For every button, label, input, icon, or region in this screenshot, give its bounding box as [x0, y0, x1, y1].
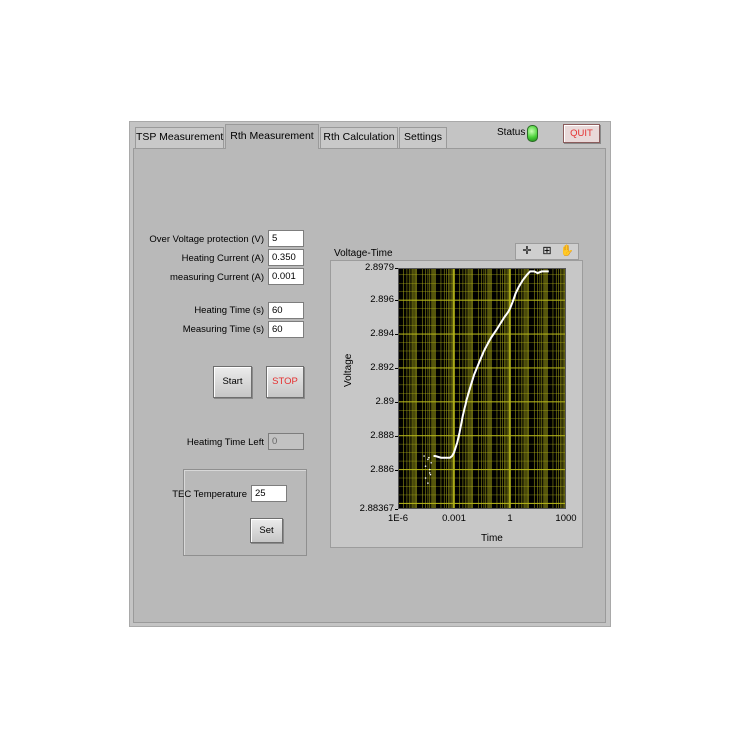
- plot-background: [398, 268, 566, 509]
- heating-time-left-label: Heatimg Time Left: [186, 437, 264, 448]
- over-voltage-input[interactable]: 5: [268, 230, 304, 247]
- x-axis-label: Time: [481, 533, 503, 544]
- heating-current-input[interactable]: 0.350: [268, 249, 304, 266]
- measuring-current-label: measuring Current (A): [170, 272, 264, 283]
- y-tick-label: 2.892: [370, 361, 394, 373]
- plot-area: [398, 268, 566, 509]
- data-point-noise: [424, 465, 427, 467]
- data-point-noise: [424, 477, 427, 479]
- measuring-time-input[interactable]: 60: [268, 321, 304, 338]
- data-point-noise: [428, 468, 431, 471]
- tab-rth-calculation[interactable]: Rth Calculation: [320, 127, 398, 148]
- tec-temperature-label: TEC Temperature: [172, 489, 247, 500]
- cursor-move-icon[interactable]: ✛: [520, 245, 534, 258]
- data-point-noise: [427, 482, 429, 484]
- set-button[interactable]: Set: [250, 518, 283, 543]
- measuring-time-label: Measuring Time (s): [182, 324, 264, 335]
- data-point-noise: [423, 455, 425, 457]
- data-point-noise: [428, 456, 430, 459]
- status-label: Status: [497, 127, 526, 138]
- stop-button[interactable]: STOP: [266, 366, 304, 398]
- tab-label: Rth Measurement: [230, 130, 314, 142]
- data-point-noise: [428, 472, 431, 474]
- x-tick-label: 0.001: [442, 513, 466, 524]
- y-tick-label: 2.896: [370, 294, 394, 306]
- graph-palette: ✛ ⊞ ✋: [515, 243, 579, 260]
- y-tick-label: 2.8979: [364, 262, 394, 273]
- y-tick-label: 2.886: [370, 463, 394, 475]
- heating-time-input[interactable]: 60: [268, 302, 304, 319]
- zoom-icon[interactable]: ⊞: [540, 245, 554, 258]
- heating-time-label: Heating Time (s): [194, 305, 264, 316]
- data-point-noise: [427, 458, 429, 461]
- tec-group-box: [183, 469, 307, 556]
- y-tick-mark: [395, 509, 398, 510]
- y-tick-label: 2.894: [370, 328, 394, 340]
- over-voltage-label: Over Voltage protection (V): [149, 234, 264, 245]
- tab-rth-measurement[interactable]: Rth Measurement: [225, 124, 319, 149]
- y-tick-label: 2.89: [375, 395, 395, 407]
- heating-time-left-display: 0: [268, 433, 304, 450]
- pan-hand-icon[interactable]: ✋: [560, 245, 574, 258]
- start-button[interactable]: Start: [213, 366, 252, 398]
- y-tick-label: 2.888: [370, 429, 394, 441]
- graph-title: Voltage-Time: [334, 248, 393, 259]
- heating-current-label: Heating Current (A): [181, 253, 264, 264]
- tab-tsp-measurement[interactable]: TSP Measurement: [135, 127, 224, 148]
- y-axis-label: Voltage: [343, 353, 354, 387]
- x-tick-label: 1: [507, 513, 513, 524]
- measuring-current-input[interactable]: 0.001: [268, 268, 304, 285]
- data-point-noise: [430, 461, 432, 464]
- data-point-noise: [429, 473, 432, 476]
- quit-button[interactable]: QUIT: [563, 124, 600, 143]
- tec-temperature-input[interactable]: 25: [251, 485, 287, 502]
- x-tick-label: 1E-6: [387, 513, 409, 524]
- tab-label: TSP Measurement: [136, 131, 224, 143]
- tab-label: Settings: [404, 131, 442, 143]
- x-tick-label: 1000: [555, 513, 577, 524]
- tab-label: Rth Calculation: [323, 131, 395, 143]
- status-led-icon: [527, 125, 538, 142]
- tab-settings[interactable]: Settings: [399, 127, 447, 148]
